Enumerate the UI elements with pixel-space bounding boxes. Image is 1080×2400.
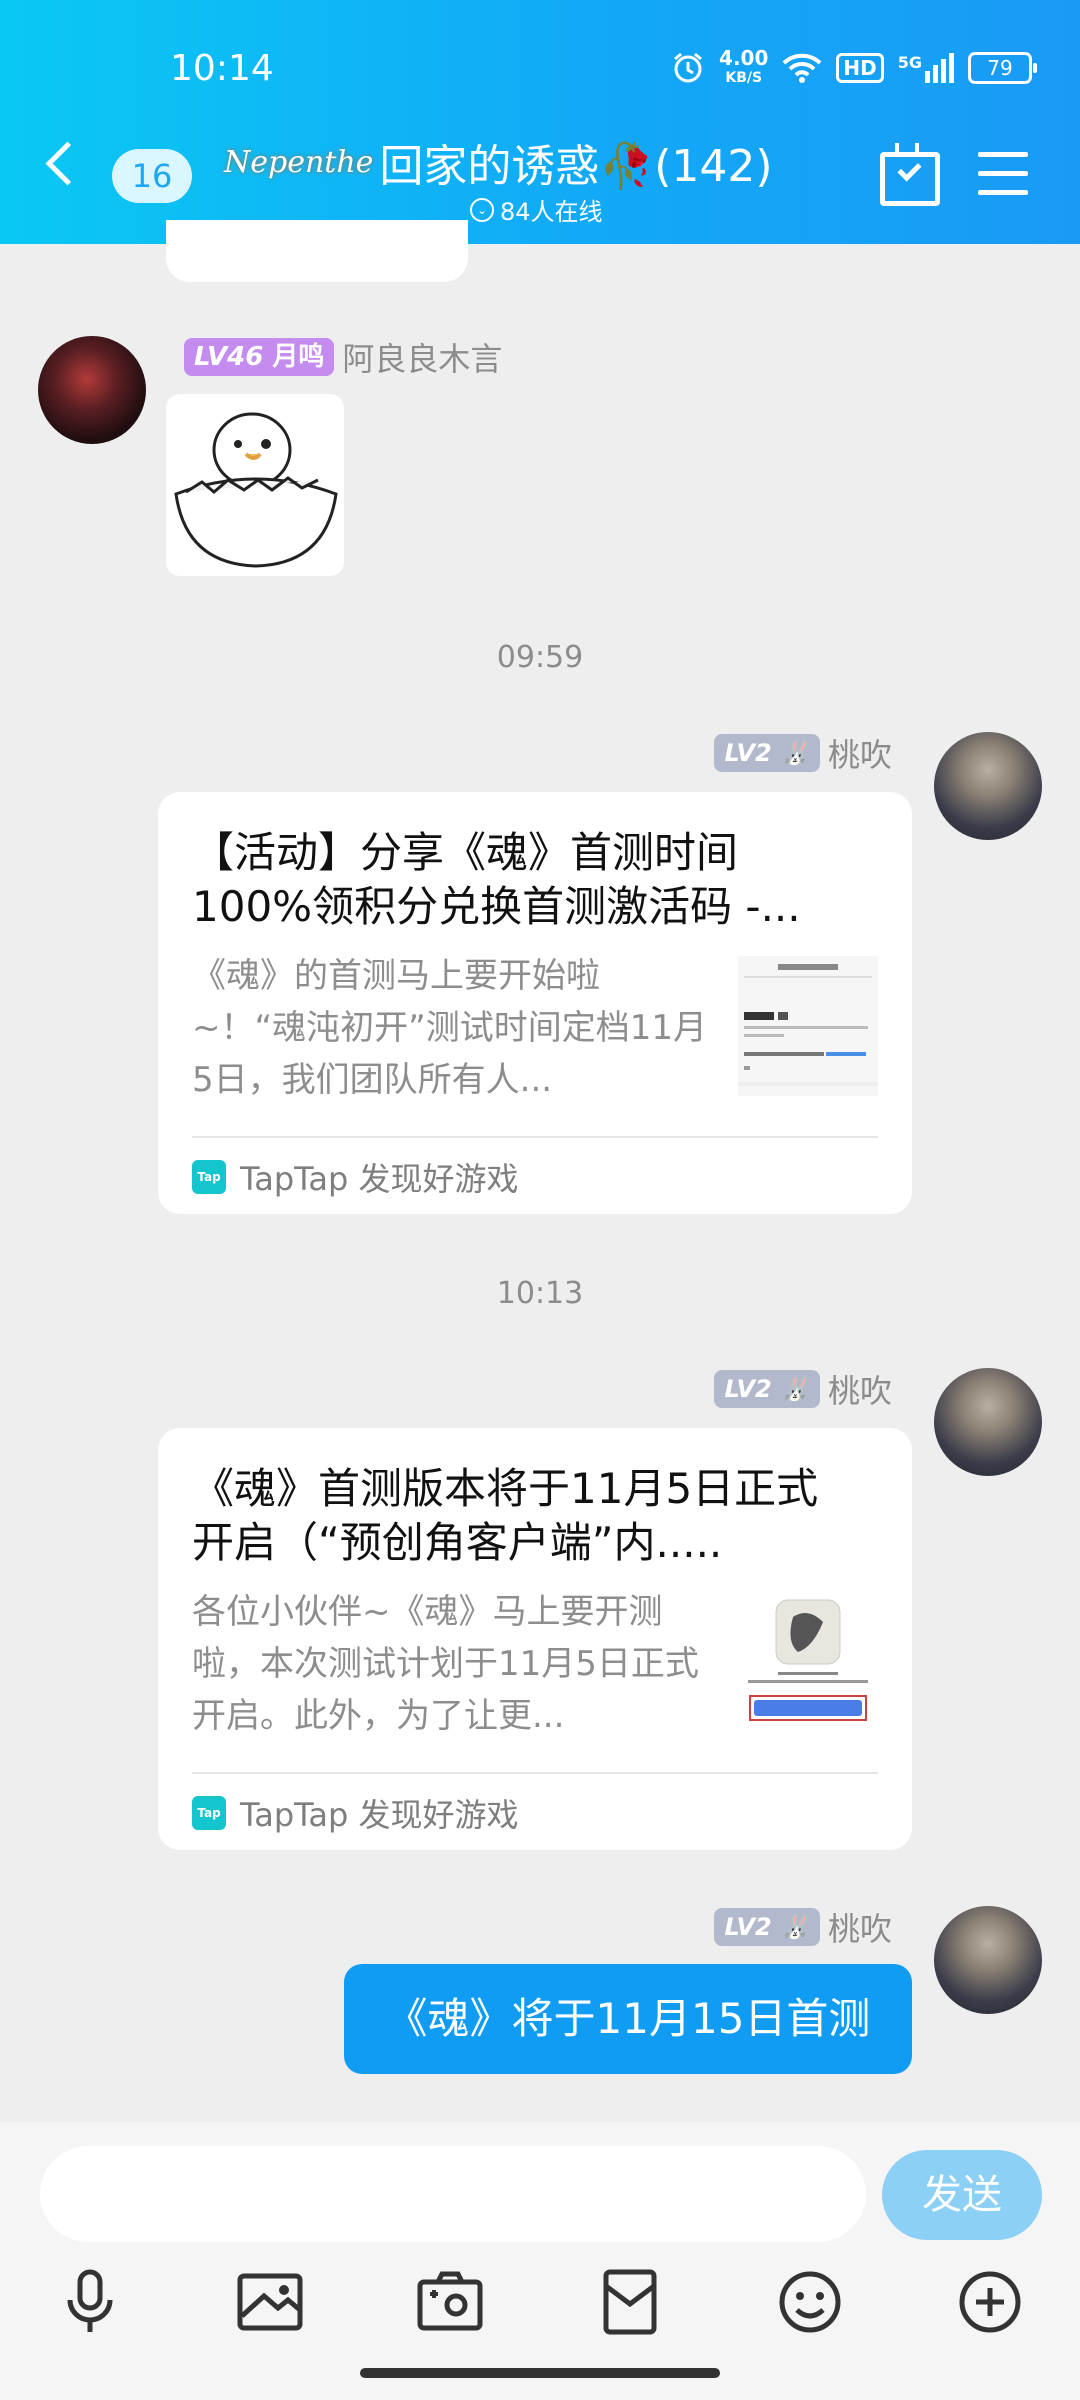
sender-row: LV2 🐰 桃吹 xyxy=(714,1366,892,1412)
microphone-icon[interactable] xyxy=(50,2262,130,2342)
group-logo: Nepenthe xyxy=(224,144,374,180)
level-badge: LV2 🐰 xyxy=(714,1908,820,1946)
red-packet-icon[interactable] xyxy=(590,2262,670,2342)
plus-icon[interactable] xyxy=(950,2262,1030,2342)
online-status[interactable]: ⌄ 84人在线 xyxy=(470,192,603,227)
online-count: 84人在线 xyxy=(500,198,603,226)
chevron-down-icon: ⌄ xyxy=(470,197,494,222)
image-icon[interactable] xyxy=(230,2262,310,2342)
card-source: Tap TapTap 发现好游戏 xyxy=(192,1154,519,1200)
message-input[interactable] xyxy=(40,2146,866,2242)
share-card[interactable]: 《魂》首测版本将于11月5日正式开启（“预创角客户端”内..... 各位小伙伴~… xyxy=(158,1428,912,1850)
card-source: Tap TapTap 发现好游戏 xyxy=(192,1790,519,1836)
card-description: 《魂》的首测马上要开始啦~！“魂沌初开”测试时间定档11月5日，我们团队所有人.… xyxy=(192,956,707,1100)
back-icon[interactable] xyxy=(45,141,90,186)
sender-name: 桃吹 xyxy=(827,1910,892,1948)
sender-name: 桃吹 xyxy=(827,1372,892,1410)
menu-icon[interactable] xyxy=(978,152,1028,196)
sender-name: 桃吹 xyxy=(827,736,892,774)
level-badge: LV2 🐰 xyxy=(714,1370,820,1408)
sender-row: LV46 月鸣 阿良良木言 xyxy=(184,334,502,380)
alarm-icon xyxy=(674,52,702,83)
avatar[interactable] xyxy=(38,336,146,444)
sender-row: LV2 🐰 桃吹 xyxy=(714,1904,892,1950)
sticker-image[interactable] xyxy=(166,394,344,576)
avatar[interactable] xyxy=(934,1368,1042,1476)
hd-icon: HD xyxy=(836,53,884,83)
card-title: 《魂》首测版本将于11月5日正式开启（“预创角客户端”内..... xyxy=(192,1464,819,1567)
card-description: 各位小伙伴~《魂》马上要开测啦，本次测试计划于11月5日正式开启。此外，为了让更… xyxy=(192,1592,699,1736)
source-label: TapTap 发现好游戏 xyxy=(240,1160,519,1198)
level-badge: LV2 🐰 xyxy=(714,734,820,772)
share-card[interactable]: 【活动】分享《魂》首测时间100%领积分兑换首测激活码 -... 《魂》的首测马… xyxy=(158,792,912,1214)
wifi-icon xyxy=(783,53,822,83)
avatar[interactable] xyxy=(934,732,1042,840)
group-name: 回家的诱惑🥀(142) xyxy=(379,141,773,192)
signal-icon: 5G xyxy=(898,53,954,83)
unread-badge[interactable]: 16 xyxy=(112,149,192,203)
timestamp: 10:13 xyxy=(496,1276,584,1311)
input-bar: 发送 xyxy=(0,2122,1080,2400)
send-button[interactable]: 发送 xyxy=(882,2150,1042,2240)
timestamp: 09:59 xyxy=(496,640,584,675)
camera-icon[interactable] xyxy=(410,2262,490,2342)
previous-message-bubble[interactable] xyxy=(166,220,468,282)
calendar-check-icon[interactable] xyxy=(880,143,940,206)
battery-icon: 79 xyxy=(968,52,1037,84)
source-label: TapTap 发现好游戏 xyxy=(240,1796,519,1834)
card-thumbnail xyxy=(738,1592,878,1732)
network-speed: 4.00 KB/S xyxy=(719,46,769,86)
emoji-icon[interactable] xyxy=(770,2262,850,2342)
penguin-sticker-icon xyxy=(174,412,338,568)
chat-header: 10:14 4.00 KB/S HD 5G 79 16 Nepenthe 回家的… xyxy=(0,0,1080,244)
group-title[interactable]: Nepenthe 回家的诱惑🥀(142) xyxy=(224,130,773,194)
card-thumbnail xyxy=(738,956,878,1096)
level-badge: LV46 月鸣 xyxy=(184,338,335,376)
message-bubble[interactable]: 《魂》将于11月15日首测 xyxy=(344,1964,912,2074)
card-divider xyxy=(192,1136,878,1138)
card-divider xyxy=(192,1772,878,1774)
card-title: 【活动】分享《魂》首测时间100%领积分兑换首测激活码 -... xyxy=(192,828,801,931)
home-indicator[interactable] xyxy=(360,2368,720,2378)
avatar[interactable] xyxy=(934,1906,1042,2014)
taptap-icon: Tap xyxy=(192,1160,226,1194)
status-icons: 4.00 KB/S HD 5G 79 xyxy=(671,46,1037,88)
taptap-icon: Tap xyxy=(192,1796,226,1830)
sender-row: LV2 🐰 桃吹 xyxy=(714,730,892,776)
status-time: 10:14 xyxy=(170,48,274,89)
sender-name: 阿良良木言 xyxy=(342,340,503,378)
